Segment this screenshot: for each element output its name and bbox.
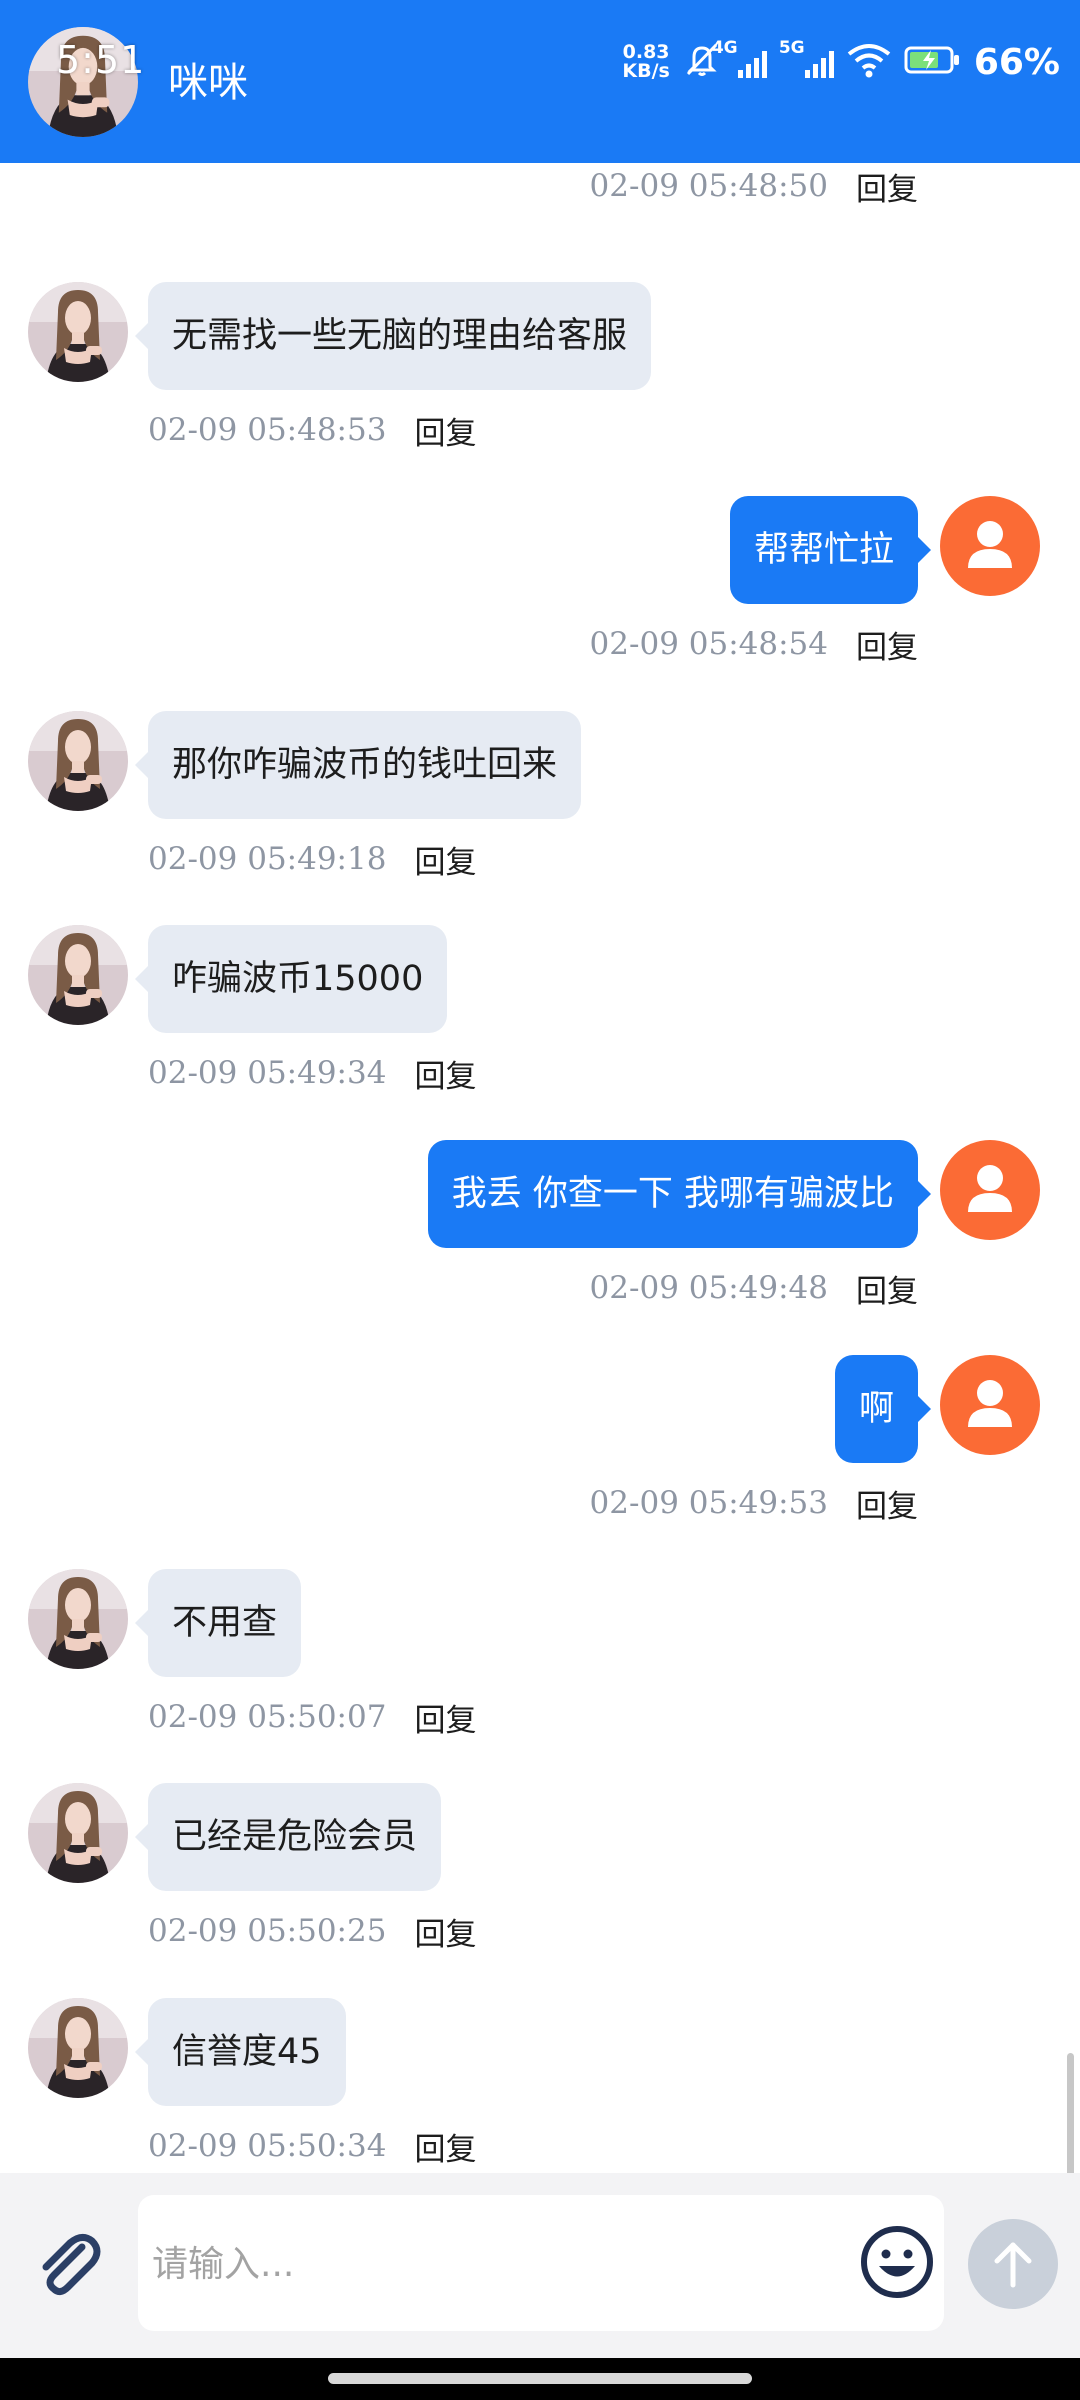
message-meta: 02-09 05:48:50 回复 [590,164,918,208]
message-text: 不用查 [172,1603,278,1643]
user-avatar[interactable] [940,496,1040,596]
message-input-box[interactable] [138,2195,944,2331]
message-text: 帮帮忙拉 [753,530,894,570]
message-meta: 02-09 05:50:07 回复 [148,1695,476,1739]
contact-avatar[interactable] [28,711,128,811]
home-indicator[interactable] [328,2373,752,2384]
message-timestamp: 02-09 05:50:07 [148,1699,387,1735]
reply-button[interactable]: 回复 [414,2124,476,2169]
user-avatar[interactable] [940,1355,1040,1455]
message-timestamp: 02-09 05:49:18 [148,841,387,877]
incoming-bubble[interactable]: 无需找一些无脑的理由给客服 [134,282,652,390]
contact-name: 咪咪 [168,60,248,106]
message-input[interactable] [150,2223,844,2305]
message-timestamp: 02-09 05:50:25 [148,1913,387,1949]
network-type-2: 5G [778,38,805,58]
arrow-up-icon [994,2242,1032,2288]
reply-button[interactable]: 回复 [856,622,918,667]
incoming-bubble[interactable]: 那你咋骗波币的钱吐回来 [134,711,582,819]
message-timestamp: 02-09 05:49:53 [589,1485,828,1521]
chat-header: 5:51 咪咪 0.83 KB/s 4G 5G 66% [0,0,1080,163]
signal-5g-icon: 5G [779,38,834,78]
reply-button[interactable]: 回复 [856,164,918,209]
message-text: 咋骗波币15000 [172,959,424,999]
paperclip-icon[interactable] [32,2227,104,2299]
message-text: 信誉度45 [172,2032,322,2072]
contact-avatar[interactable] [28,1569,128,1669]
incoming-bubble[interactable]: 咋骗波币15000 [134,925,448,1033]
user-icon [968,521,1012,568]
reply-button[interactable]: 回复 [414,1909,476,1954]
message-timestamp: 02-09 05:50:34 [148,2128,387,2164]
contact-avatar[interactable] [28,1783,128,1883]
signal-4g-icon: 4G [712,38,767,78]
user-avatar[interactable] [940,1140,1040,1240]
send-button[interactable] [968,2219,1058,2309]
reply-button[interactable]: 回复 [414,408,476,453]
message-timestamp: 02-09 05:48:54 [589,626,828,662]
reply-button[interactable]: 回复 [414,1051,476,1096]
battery-charging-icon [904,44,962,80]
message-meta: 02-09 05:49:34 回复 [148,1051,476,1095]
incoming-bubble[interactable]: 信誉度45 [135,1998,346,2106]
message-meta: 02-09 05:50:25 回复 [148,1909,476,1953]
reply-button[interactable]: 回复 [414,837,476,882]
message-meta: 02-09 05:49:53 回复 [590,1481,918,1525]
message-timestamp: 02-09 05:49:34 [148,1055,387,1091]
message-list[interactable]: 02-09 05:48:50 回复 无需找一些无脑的理由给客服 02-09 05… [0,163,1080,2173]
message-meta: 02-09 05:50:34 回复 [148,2124,476,2168]
message-meta: 02-09 05:48:54 回复 [590,622,918,666]
network-speed-unit: KB/s [622,60,670,82]
status-icons: 0.83 KB/s 4G 5G 66% [622,36,1060,88]
message-meta: 02-09 05:49:18 回复 [148,837,476,881]
outgoing-bubble[interactable]: 我丢 你查一下 我哪有骗波比 [427,1140,932,1248]
message-text: 啊 [858,1389,894,1429]
user-icon [968,1165,1012,1212]
message-timestamp: 02-09 05:48:53 [148,412,387,448]
message-text: 已经是危险会员 [172,1817,418,1857]
message-text: 那你咋骗波币的钱吐回来 [172,745,558,785]
battery-percent: 66% [973,41,1060,83]
outgoing-bubble[interactable]: 啊 [834,1355,932,1463]
network-type-1: 4G [711,38,738,58]
message-meta: 02-09 05:48:53 回复 [148,408,476,452]
smiley-icon[interactable] [858,2223,936,2301]
user-icon [968,1380,1012,1427]
message-timestamp: 02-09 05:48:50 [589,168,828,204]
scrollbar[interactable] [1067,2053,1074,2173]
reply-button[interactable]: 回复 [856,1481,918,1526]
outgoing-bubble[interactable]: 帮帮忙拉 [729,496,932,604]
reply-button[interactable]: 回复 [856,1266,918,1311]
contact-avatar[interactable] [28,1998,128,2098]
message-text: 无需找一些无脑的理由给客服 [172,316,628,356]
message-meta: 02-09 05:49:48 回复 [590,1266,918,1310]
incoming-bubble[interactable]: 已经是危险会员 [134,1783,442,1891]
network-speed: 0.83 KB/s [622,43,669,81]
composer-bar [0,2173,1080,2358]
system-nav-bar [0,2358,1080,2400]
message-text: 我丢 你查一下 我哪有骗波比 [451,1174,894,1214]
wifi-icon [846,42,892,82]
incoming-bubble[interactable]: 不用查 [134,1569,302,1677]
contact-avatar[interactable] [28,282,128,382]
status-time: 5:51 [56,38,146,82]
reply-button[interactable]: 回复 [414,1695,476,1740]
contact-avatar[interactable] [28,925,128,1025]
message-timestamp: 02-09 05:49:48 [589,1270,828,1306]
